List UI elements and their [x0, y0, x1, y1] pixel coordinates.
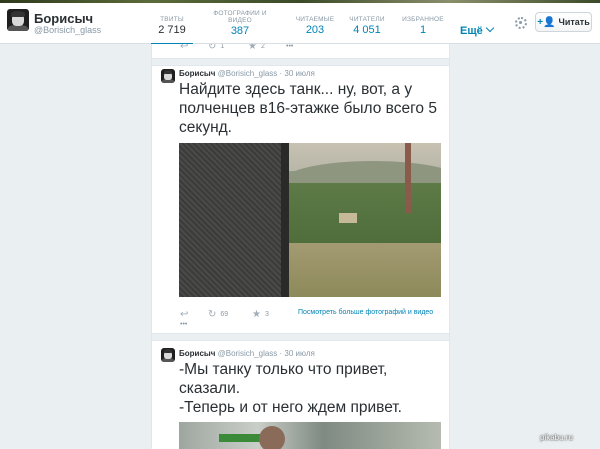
stat-label: ЧИТАТЕЛИ [349, 16, 385, 23]
stat-tweets[interactable]: ТВИТЫ 2 719 [151, 16, 193, 36]
tweet-author-name[interactable]: Борисыч [179, 69, 215, 78]
tweet-author-handle[interactable]: @Borisich_glass [218, 69, 278, 78]
stat-label: ЧИТАЕМЫЕ [295, 16, 335, 23]
more-actions-button[interactable]: ••• [180, 321, 187, 328]
gear-icon[interactable] [515, 17, 527, 29]
tweet-separator [152, 333, 449, 341]
tweet-date[interactable]: · 30 июля [280, 69, 315, 78]
tweet-actions: ↩ ↻ 69 ★ 3 [180, 309, 282, 320]
retweet-button[interactable]: ↻ 1 [208, 44, 248, 52]
star-icon: ★ [252, 309, 261, 320]
stat-value: 203 [305, 24, 325, 36]
retweet-icon: ↻ [208, 44, 217, 52]
stat-value: 2 719 [158, 24, 186, 36]
retweet-count: 69 [220, 311, 229, 318]
stat-label: ТВИТЫ [160, 16, 184, 23]
favorite-button[interactable]: ★ 2 [248, 44, 286, 52]
reply-icon: ↩ [180, 44, 189, 52]
stat-value: 1 [419, 24, 427, 36]
profile-handle[interactable]: @Borisich_glass [34, 25, 101, 35]
tweet-text-line: секунд. [179, 119, 232, 136]
favorite-count: 2 [260, 44, 265, 50]
follow-button[interactable]: +👤 Читать [535, 12, 592, 32]
reply-button[interactable]: ↩ [180, 44, 208, 52]
tweet-avatar[interactable] [161, 69, 175, 83]
tweet-actions: ↩ ↻ 1 ★ 2 ••• [180, 44, 293, 52]
follow-label: Читать [558, 17, 590, 27]
tweet-separator [152, 58, 449, 66]
stat-value: 4 051 [353, 24, 381, 36]
star-icon: ★ [248, 44, 257, 52]
tweet-avatar[interactable] [161, 348, 175, 362]
tweet-header: Борисыч @Borisich_glass · 30 июля [179, 349, 315, 358]
tweet-author-name[interactable]: Борисыч [179, 349, 215, 358]
reply-button[interactable]: ↩ [180, 309, 208, 320]
favorite-count: 3 [264, 311, 269, 318]
favorite-button[interactable]: ★ 3 [252, 309, 282, 320]
more-label: Ещё [460, 25, 483, 37]
more-menu-button[interactable]: Ещё [460, 23, 494, 37]
tweet-text: Найдите здесь танк... ну, вот, а у полче… [179, 80, 441, 137]
tweet-text-line: сказали. [179, 380, 241, 397]
retweet-button[interactable]: ↻ 69 [208, 309, 252, 320]
profile-name[interactable]: Борисыч [34, 11, 93, 26]
profile-avatar[interactable] [7, 9, 29, 31]
view-more-media-link[interactable]: Посмотреть больше фотографий и видео [298, 309, 433, 316]
more-dots: ••• [180, 321, 188, 328]
tweet-text-line: -Мы танку только что привет, [179, 361, 388, 378]
tweet-text: -Мы танку только что привет, сказали. -Т… [179, 360, 441, 417]
profile-header: Борисыч @Borisich_glass ТВИТЫ 2 719 ФОТО… [0, 3, 600, 46]
tweet-text-line: -Теперь и от него ждем привет. [179, 399, 402, 416]
tweet-photo[interactable] [179, 422, 441, 449]
tweet-text-line: полченцев в16-этажке было всего 5 [179, 100, 437, 117]
tweet-header: Борисыч @Borisich_glass · 30 июля [179, 69, 315, 78]
more-actions-button[interactable]: ••• [286, 44, 293, 50]
tweet-date[interactable]: · 30 июля [280, 349, 315, 358]
chevron-down-icon [485, 23, 494, 33]
reply-icon: ↩ [180, 309, 189, 320]
stat-label: ФОТОГРАФИИ И ВИДЕО [213, 10, 267, 24]
add-user-icon: +👤 [537, 16, 556, 28]
watermark: pikabu.ru [540, 433, 573, 442]
retweet-count: 1 [220, 44, 225, 50]
tweet-timeline: ↩ ↻ 1 ★ 2 ••• Борисыч @Borisich_glass · 30… [151, 44, 450, 449]
stat-favorites[interactable]: ИЗБРАННОЕ 1 [398, 16, 448, 36]
stat-following[interactable]: ЧИТАЕМЫЕ 203 [292, 16, 338, 36]
tweet-photo[interactable] [179, 143, 441, 297]
more-dots: ••• [286, 44, 294, 50]
stat-value: 387 [230, 25, 250, 37]
tweet-author-handle[interactable]: @Borisich_glass [218, 349, 278, 358]
tweet-text-line: Найдите здесь танк... ну, вот, а у [179, 81, 413, 98]
stat-photos-videos[interactable]: ФОТОГРАФИИ И ВИДЕО 387 [207, 10, 273, 37]
stat-label: ИЗБРАННОЕ [402, 16, 444, 23]
retweet-icon: ↻ [208, 309, 217, 320]
stat-followers[interactable]: ЧИТАТЕЛИ 4 051 [344, 16, 390, 36]
